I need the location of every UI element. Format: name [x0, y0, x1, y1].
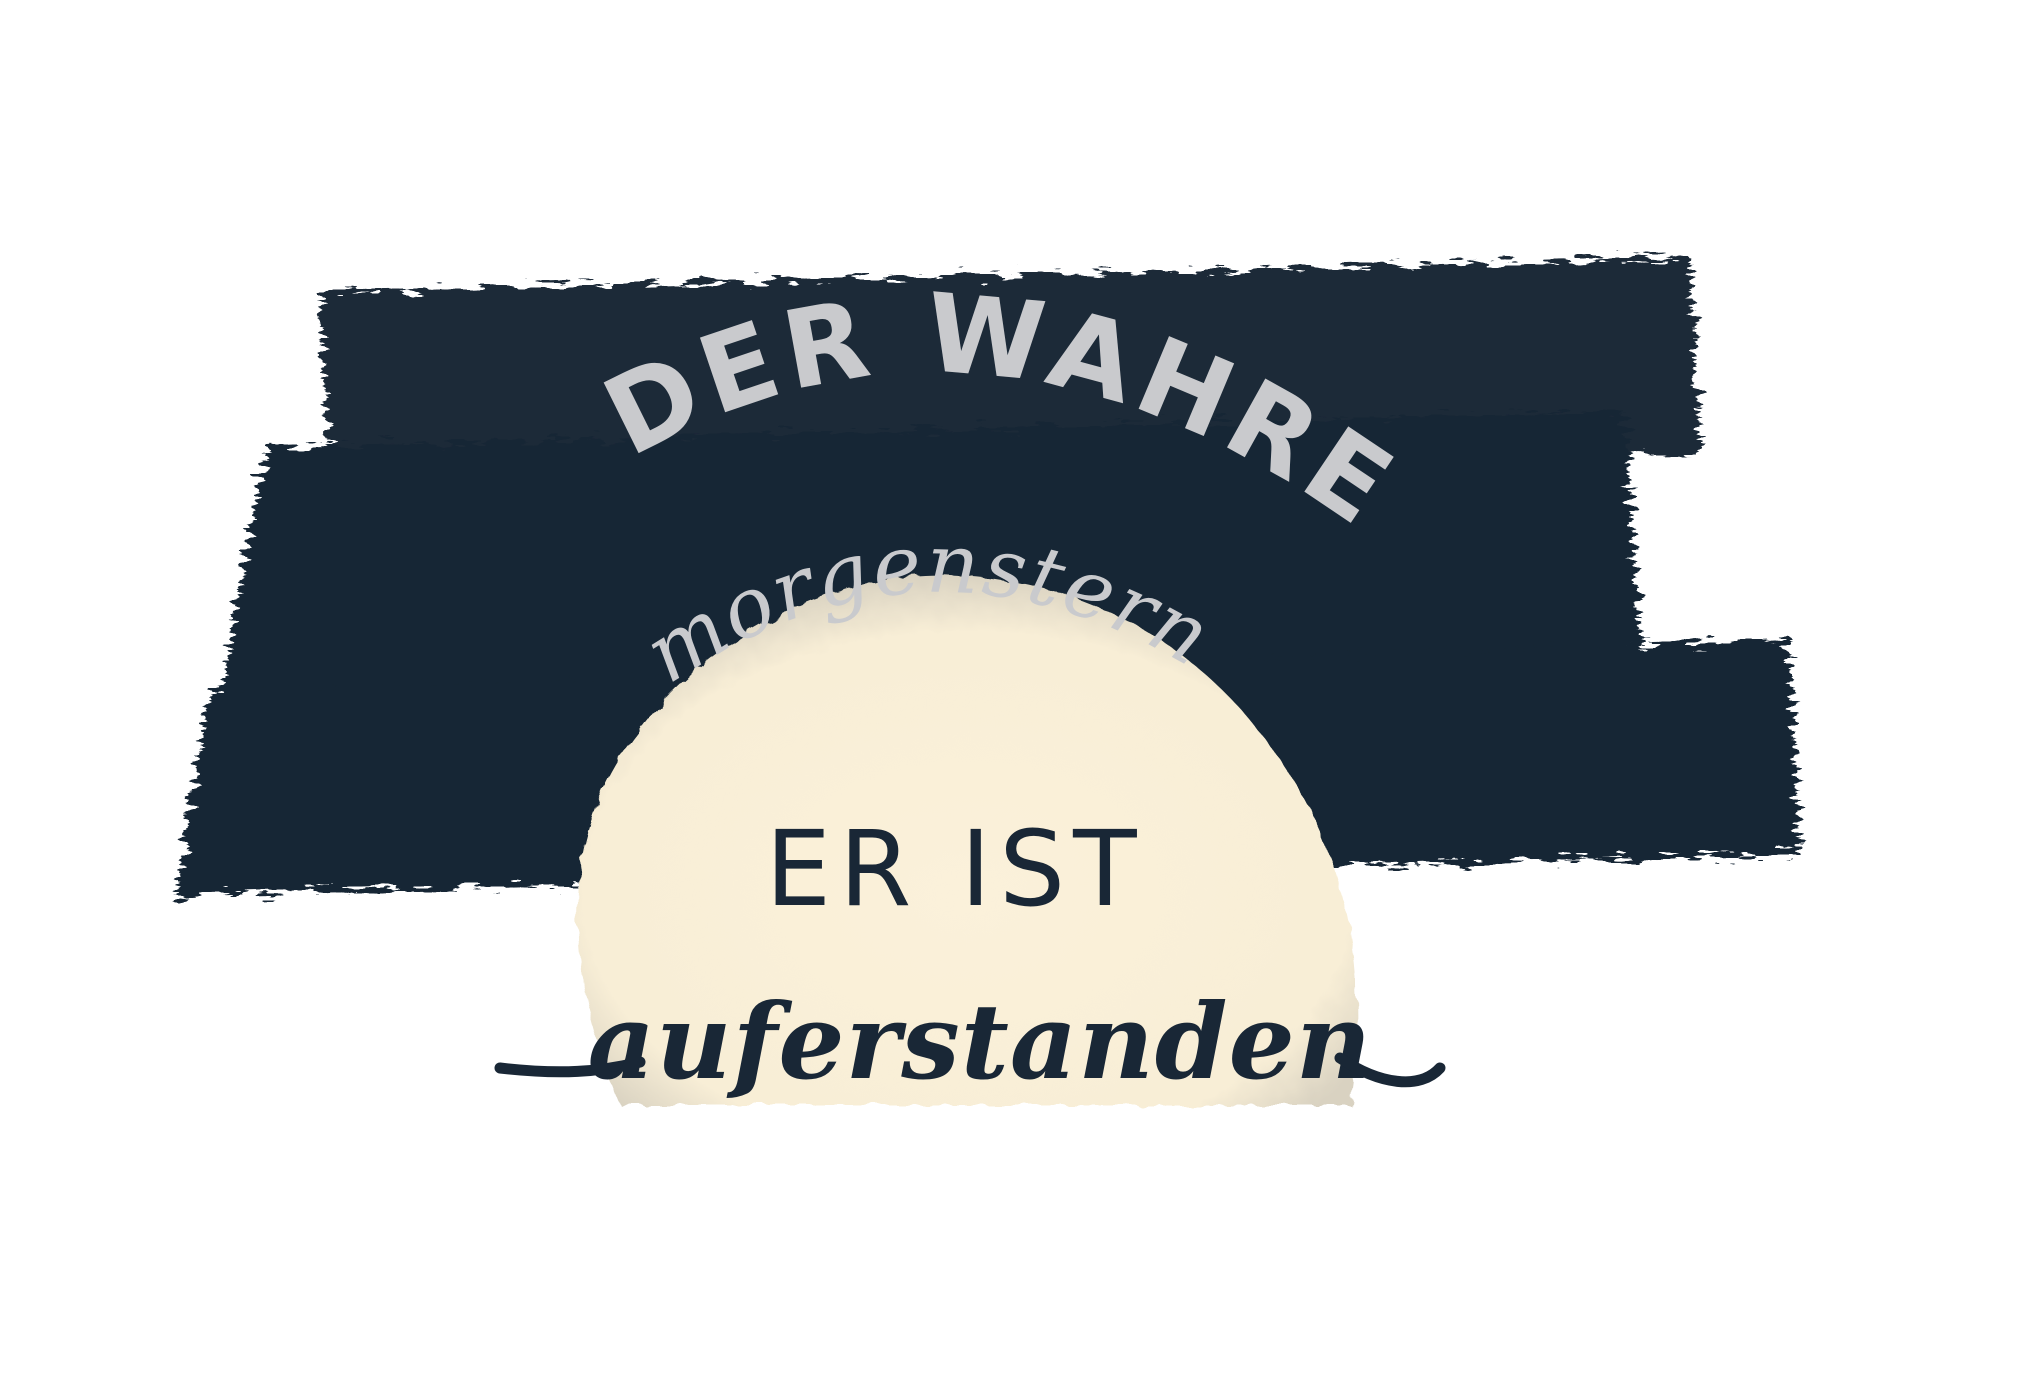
easter-lettering-artwork: DER WAHRE morgenstern ER IST auferstande…: [175, 258, 1800, 1105]
headline-line-3: ER IST: [765, 808, 1144, 930]
headline-line-4: auferstanden: [588, 980, 1373, 1103]
